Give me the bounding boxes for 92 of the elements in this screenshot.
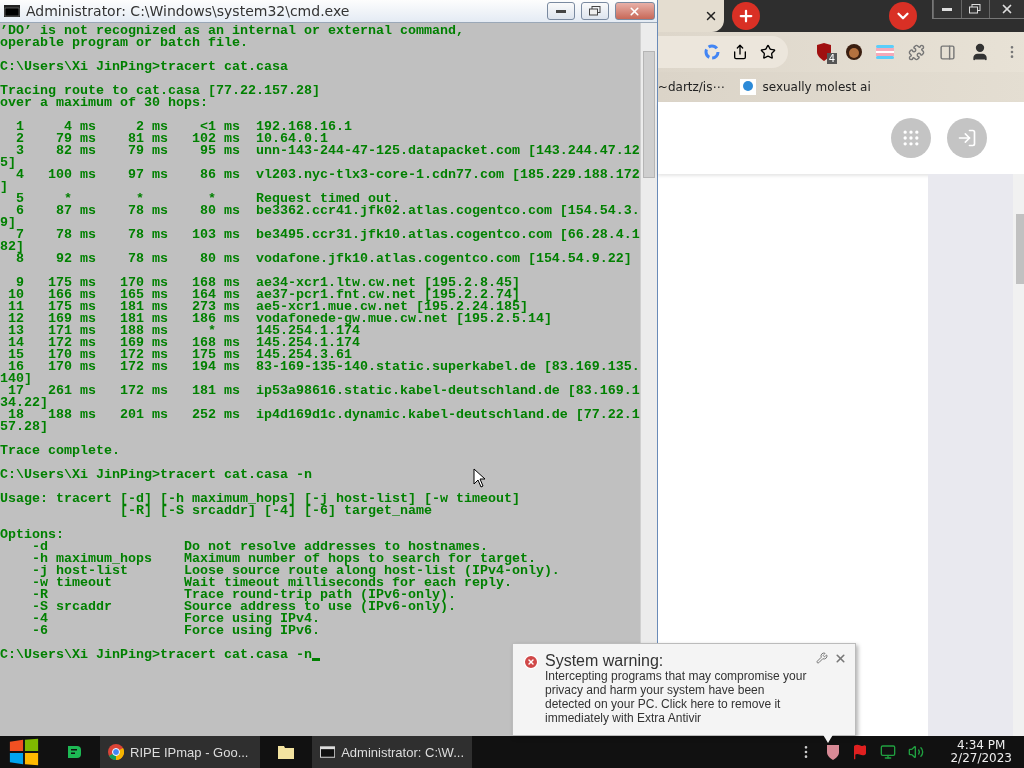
- console-line: 1 4 ms 2 ms <1 ms 192.168.16.1: [15, 121, 352, 133]
- console-line: 16 170 ms 172 ms 194 ms 83-169-135-140.static.superkabel.de [83.169.135.: [8, 361, 640, 373]
- restore-button[interactable]: [960, 0, 989, 18]
- console-line: 10 166 ms 165 ms 164 ms ae37-pcr1.fnt.cw.net [195.2.2.74]: [7, 289, 520, 301]
- console-line: 3 82 ms 79 ms 95 ms unn-143-244-47-125.datapacket.com [143.244.47.12: [15, 145, 640, 157]
- browser-tab[interactable]: [657, 0, 724, 32]
- windows-logo-icon[interactable]: [8, 738, 40, 766]
- clock[interactable]: 4:34 PM 2/27/2023: [950, 739, 1012, 765]
- console-line: 5]: [0, 157, 16, 169]
- bookmark-link[interactable]: ~dartz/is⋯: [657, 80, 725, 94]
- console-line: -j host-list Loose source route along host-list (IPv4-only).: [31, 565, 560, 577]
- console-line: Usage: tracert [-d] [-h maximum_hops] [-j host-list] [-w timeout]: [0, 493, 520, 505]
- side-panel-icon[interactable]: [938, 43, 956, 61]
- console-line: ’DO’ is not recognized as an internal or external command,: [0, 25, 464, 37]
- flag-icon[interactable]: [852, 744, 869, 760]
- wrench-icon[interactable]: [816, 652, 828, 664]
- close-button[interactable]: [988, 0, 1024, 18]
- console-line: 17 261 ms 172 ms 181 ms ip53a98616.static.kabel-deutschland.de [83.169.1: [8, 385, 640, 397]
- address-bar[interactable]: [657, 36, 788, 68]
- console-line: Trace complete.: [0, 445, 120, 457]
- error-icon: [523, 654, 539, 670]
- console-line: -S srcaddr Source address to use (IPv6-only).: [31, 601, 456, 613]
- share-icon[interactable]: [731, 44, 748, 60]
- console-line: ]: [0, 181, 8, 193]
- mouse-pointer-icon: [473, 468, 487, 488]
- avatar-extension-icon[interactable]: [845, 44, 862, 60]
- console-line: 140]: [0, 373, 32, 385]
- console-line: 5 * * * Request timed out.: [15, 193, 400, 205]
- console-line: -d Do not resolve addresses to hostnames.: [32, 541, 488, 553]
- console-icon: [4, 5, 20, 17]
- console-line: -h maximum_hops Maximum number of hops to search for target.: [31, 553, 536, 565]
- minimize-button[interactable]: [546, 2, 575, 20]
- console-line: over a maximum of 30 hops:: [0, 97, 208, 109]
- console-line: 9]: [0, 217, 16, 229]
- minimize-icon: [555, 9, 566, 13]
- console-line: -R Trace round-trip path (IPv6-only).: [31, 589, 456, 601]
- scrollbar-thumb[interactable]: [642, 51, 655, 178]
- restore-button[interactable]: [580, 2, 609, 20]
- taskbar-button[interactable]: RIPE IPmap - Goo...: [100, 736, 260, 768]
- network-icon[interactable]: [880, 744, 897, 760]
- console-line: 8 92 ms 78 ms 80 ms vodafone.jfk10.atlas.cogentco.com [154.54.9.22]: [16, 253, 632, 265]
- bookmark-link[interactable]: sexually molest ai: [762, 80, 871, 94]
- console-line: 4 100 ms 97 ms 86 ms vl203.nyc-tlx3-core-1.cdn77.com [185.229.188.172: [15, 169, 640, 181]
- notification-pointer: [822, 733, 834, 743]
- console-line: Options:: [0, 529, 64, 541]
- notification-message[interactable]: Intercepting programs that may compromise your privacy and harm your system have been detected on your PC. Click here to remove it immediately with Extra Antivir: [545, 669, 810, 725]
- console-line: 34.22]: [0, 397, 48, 409]
- shield-icon[interactable]: [826, 744, 841, 760]
- notification-title: System warning:: [545, 652, 665, 669]
- scrollbar-thumb[interactable]: [1015, 214, 1024, 284]
- minimize-icon: [942, 7, 953, 11]
- console-line: C:\Users\Xi JinPing>tracert cat.casa -n: [0, 469, 312, 481]
- text-cursor: [311, 658, 320, 661]
- console-line: 6 87 ms 78 ms 80 ms be3362.ccr41.jfk02.atlas.cogentco.com [154.54.3.: [15, 205, 640, 217]
- console-line: 57.28]: [0, 421, 48, 433]
- console-line: 7 78 ms 78 ms 103 ms be3495.ccr31.jfk10.atlas.cogentco.com [66.28.4.1: [16, 229, 640, 241]
- tab-search-button[interactable]: [888, 2, 917, 30]
- console-line: [-R] [-S srcaddr] [-4] [-6] target_name: [118, 505, 432, 517]
- console-line: Tracing route to cat.casa [77.22.157.28]: [0, 85, 320, 97]
- console-line: 2 79 ms 81 ms 102 ms 10.64.0.1: [15, 133, 328, 145]
- count-badge: 4: [826, 53, 838, 64]
- minimize-button[interactable]: [932, 0, 961, 18]
- console-line: 9 175 ms 170 ms 168 ms ae34-xcr1.ltw.cw.net [195.2.8.45]: [16, 277, 520, 289]
- extensions-icon[interactable]: [907, 43, 925, 61]
- close-icon[interactable]: [834, 652, 847, 665]
- console-line: 14 172 ms 169 ms 168 ms 145.254.1.174: [7, 337, 360, 349]
- console-line: -4 Force using IPv4.: [31, 613, 320, 625]
- console-line: 12 169 ms 181 ms 186 ms vodafonede-gw.mue.cw.net [195.2.5.14]: [7, 313, 552, 325]
- sign-in-icon: [956, 128, 977, 148]
- restore-icon: [588, 6, 601, 16]
- taskbar-button[interactable]: Administrator: C:\W...: [312, 736, 472, 768]
- console-line: 82]: [0, 241, 24, 253]
- console-line: C:\Users\Xi JinPing>tracert cat.casa -n: [0, 649, 312, 661]
- console-line: 13 171 ms 188 ms * 145.254.1.174: [7, 325, 360, 337]
- notification-popup[interactable]: System warning: Intercepting programs that may compromise your privacy and harm your system have been detected on your PC. Click here to remove it immediately with Extra Antivir: [512, 643, 856, 736]
- chat-app-icon: [66, 744, 82, 760]
- console-line: 11 175 ms 181 ms 273 ms ae5-xcr1.mue.cw.net [195.2.24.185]: [7, 301, 528, 313]
- bookmark-favicon-icon: [740, 79, 757, 95]
- console-line: C:\Users\Xi JinPing>tracert cat.casa: [0, 61, 288, 73]
- restore-icon: [969, 4, 982, 14]
- console-line: 18 188 ms 201 ms 252 ms ip4d169d1c.dynamic.kabel-deutschland.de [77.22.1: [8, 409, 640, 421]
- console-line: -w timeout Wait timeout milliseconds for each reply.: [31, 577, 512, 589]
- bookmark-star-icon[interactable]: [759, 44, 776, 60]
- console-icon: [320, 746, 336, 758]
- console-line: 15 170 ms 172 ms 175 ms 145.254.3.61: [7, 349, 352, 361]
- console-line: operable program or batch file.: [0, 37, 248, 49]
- volume-icon[interactable]: [908, 744, 925, 760]
- chrome-icon: [108, 744, 124, 760]
- folder-icon: [278, 745, 294, 759]
- new-tab-button[interactable]: [731, 2, 760, 30]
- console-line: -6 Force using IPv6.: [31, 625, 320, 637]
- window-title: Administrator: C:\Windows\system32\cmd.exe: [26, 3, 351, 19]
